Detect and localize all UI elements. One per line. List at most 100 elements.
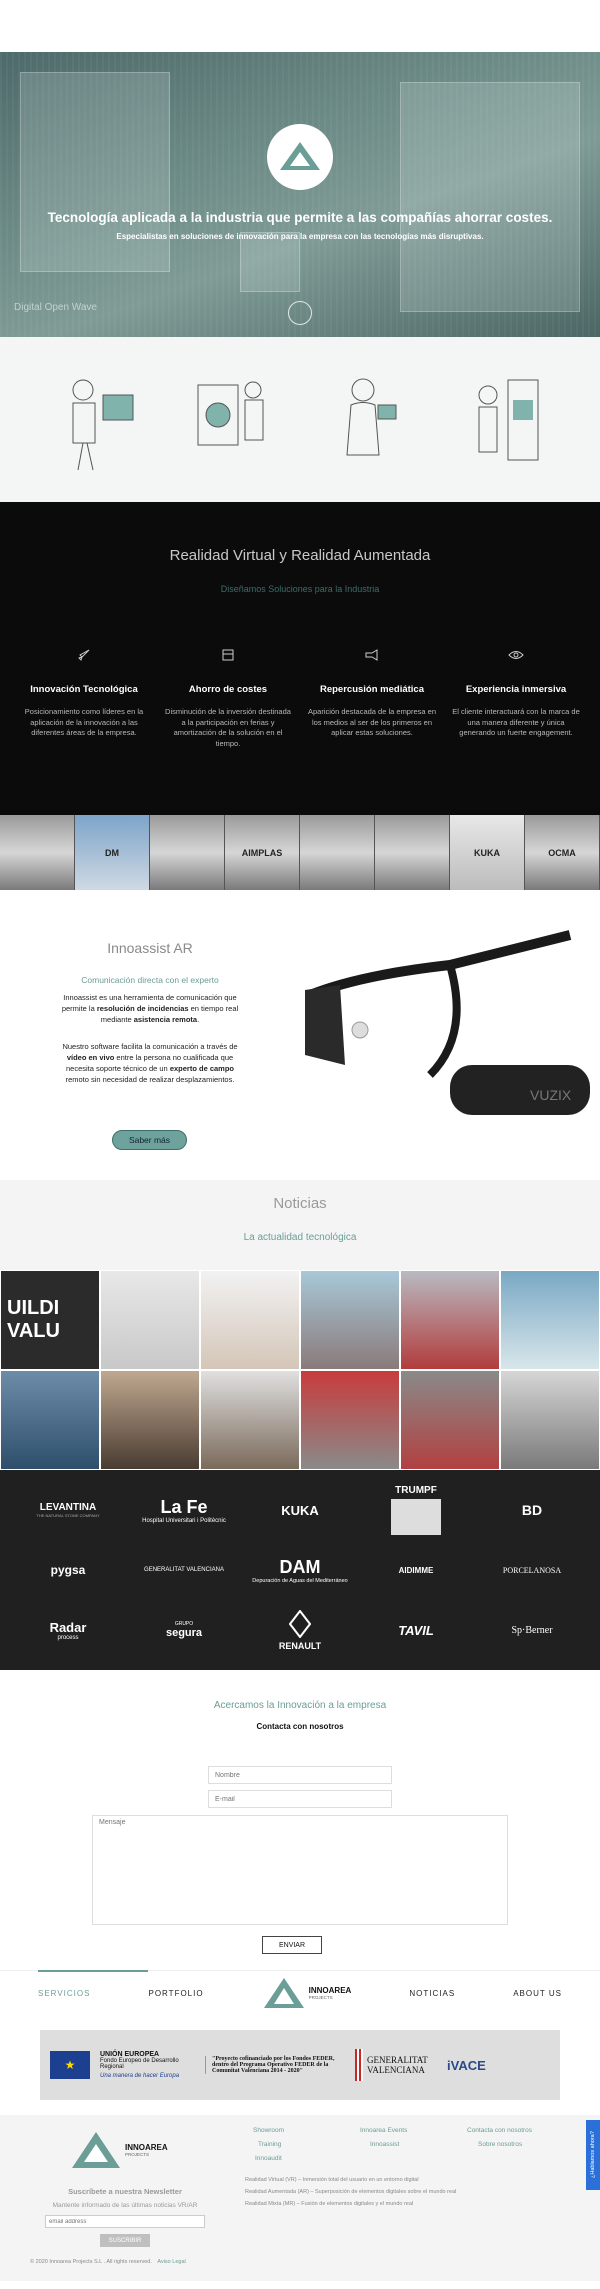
portfolio-thumb[interactable]: DM	[75, 815, 150, 890]
footer-desc-mr: Realidad Mixta (MR) – Fusión de elemento…	[245, 2201, 414, 2207]
eu-flag: ★	[50, 2051, 90, 2079]
footer-link-training[interactable]: Training	[258, 2141, 281, 2148]
client-logo: GENERALITAT VALENCIANA	[144, 1567, 224, 1573]
smart-glasses-image: VUZIX	[305, 930, 590, 1115]
hero-background-qr	[240, 232, 300, 292]
news-subtitle: La actualidad tecnológica	[243, 1232, 357, 1243]
hero-logo	[267, 124, 333, 190]
hero-section: Tecnología aplicada a la industria que p…	[0, 52, 600, 337]
cost-icon	[164, 644, 292, 666]
news-tile[interactable]	[100, 1370, 200, 1470]
footer-link-showroom[interactable]: Showroom	[253, 2127, 284, 2134]
nav-noticias[interactable]: NOTICIAS	[409, 1989, 455, 1998]
portfolio-strip: DM AIMPLAS KUKA OCMA	[0, 815, 600, 890]
send-button[interactable]: ENVIAR	[262, 1936, 322, 1954]
news-tile[interactable]	[0, 1370, 100, 1470]
industrial-worker-illustration	[478, 379, 538, 460]
footer-logo: INNOAREA PROJECTS	[70, 2130, 168, 2170]
feature-title: Repercusión mediática	[319, 684, 424, 695]
section-title: Realidad Virtual y Realidad Aumentada	[169, 547, 431, 564]
bottom-nav: SERVICIOS PORTFOLIO INNOAREA PROJECTS NOT…	[0, 1970, 600, 2015]
portfolio-thumb[interactable]	[0, 815, 75, 890]
news-tile[interactable]	[200, 1370, 300, 1470]
portfolio-thumb[interactable]	[375, 815, 450, 890]
newsletter: Suscríbete a nuestra Newsletter Mantente…	[30, 2187, 220, 2247]
legal-link[interactable]: Aviso Legal	[157, 2259, 185, 2265]
footer-desc-vr: Realidad Virtual (VR) – Inmersión total …	[245, 2177, 419, 2183]
features-row: Innovación Tecnológica Posicionamiento c…	[0, 594, 600, 749]
news-tile[interactable]	[200, 1270, 300, 1370]
feature-immersive: Experiencia inmersiva El cliente interac…	[452, 644, 580, 749]
news-tile[interactable]	[500, 1370, 600, 1470]
eye-icon	[452, 644, 580, 666]
message-field[interactable]	[92, 1815, 508, 1925]
portfolio-thumb[interactable]: KUKA	[450, 815, 525, 890]
top-bar	[0, 0, 600, 52]
clients-logos: LEVANTINA THE NATURAL STONE COMPANY La Fe…	[0, 1470, 600, 1670]
renault-diamond-icon	[288, 1608, 312, 1639]
svg-text:VUZIX: VUZIX	[530, 1087, 572, 1103]
footer: INNOAREA PROJECTS Showroom Training Innoa…	[0, 2115, 600, 2259]
client-logo: TRUMPF	[358, 1480, 474, 1540]
nav-portfolio[interactable]: PORTFOLIO	[148, 1989, 203, 1998]
innoarea-logo-icon	[72, 2132, 120, 2168]
footer-desc-ar: Realidad Aumentada (AR) – Superposición …	[245, 2189, 457, 2195]
news-tile[interactable]	[300, 1270, 400, 1370]
news-tile[interactable]	[400, 1270, 500, 1370]
feature-title: Ahorro de costes	[188, 684, 268, 695]
feature-cost-savings: Ahorro de costes Disminución de la inver…	[164, 644, 292, 749]
nav-about-us[interactable]: ABOUT US	[513, 1989, 562, 1998]
scroll-down-button[interactable]	[288, 301, 312, 325]
news-tile[interactable]	[100, 1270, 200, 1370]
ivace-logo: iVACE	[447, 2057, 486, 2073]
nav-logo[interactable]: INNOAREA PROJECTS	[262, 1976, 351, 2010]
client-logo: KUKA	[281, 1502, 319, 1518]
hero-watermark: Digital Open Wave	[14, 302, 97, 313]
feature-text: Aparición destacada de la empresa en los…	[308, 707, 436, 737]
saber-mas-button[interactable]: Saber más	[112, 1130, 187, 1150]
news-tile[interactable]	[400, 1370, 500, 1470]
worker-vr-illustration	[72, 379, 133, 470]
client-logo: GRUPO segura	[165, 1621, 203, 1639]
footer-link-about[interactable]: Sobre nosotros	[478, 2141, 522, 2148]
newsletter-email-input[interactable]	[45, 2215, 205, 2228]
footer-link-innoassist[interactable]: Innoassist	[370, 2141, 399, 2148]
subscribe-button[interactable]: SUSCRIBIR	[100, 2234, 150, 2247]
name-field[interactable]	[208, 1766, 392, 1784]
newsletter-desc: Mantente informado de las últimas notici…	[52, 2202, 198, 2209]
contact-section: Acercamos la Innovación a la empresa Con…	[0, 1670, 600, 1970]
contact-title: Acercamos la Innovación a la empresa	[213, 1700, 387, 1711]
portfolio-thumb[interactable]: AIMPLAS	[225, 815, 300, 890]
innoassist-paragraph-2: Nuestro software facilita la comunicació…	[62, 1042, 238, 1084]
news-tile[interactable]	[500, 1270, 600, 1370]
feature-text: Disminución de la inversión destinada a …	[165, 707, 291, 748]
footer-link-contact[interactable]: Contacta con nosotros	[467, 2127, 532, 2134]
client-logo: AIDIMME	[398, 1565, 434, 1575]
hero-background-machine	[20, 72, 170, 272]
portfolio-thumb[interactable]	[150, 815, 225, 890]
news-tile[interactable]: UILDI VALU	[0, 1270, 100, 1370]
ar-headset-illustration	[345, 378, 396, 455]
email-field[interactable]	[208, 1790, 392, 1808]
client-logo: Sp·Berner	[511, 1624, 553, 1636]
eu-funding-banner: ★ UNIÓN EUROPEA Fondo Europeo de Desarro…	[0, 2015, 600, 2115]
client-logo: BD	[521, 1502, 543, 1518]
footer-link-innoaudit[interactable]: Innoaudit	[255, 2155, 282, 2162]
portfolio-thumb[interactable]: OCMA	[525, 815, 600, 890]
portfolio-thumb[interactable]	[300, 815, 375, 890]
client-logo: TAVIL	[398, 1622, 434, 1638]
contact-subtitle: Contacta con nosotros	[256, 1722, 344, 1731]
footer-link-events[interactable]: Innoarea Events	[360, 2127, 407, 2134]
hero-subtitle: Especialistas en soluciones de innovació…	[116, 232, 484, 241]
news-section: Noticias La actualidad tecnológica	[0, 1180, 600, 1270]
section-subtitle: Diseñamos Soluciones para la Industria	[220, 584, 380, 594]
illustrations-row	[0, 337, 600, 502]
news-tile[interactable]	[300, 1370, 400, 1470]
newsletter-title: Suscríbete a nuestra Newsletter	[68, 2187, 182, 2196]
innoassist-section: Innoassist AR Comunicación directa con e…	[0, 890, 600, 1180]
eu-funding-box: ★ UNIÓN EUROPEA Fondo Europeo de Desarro…	[40, 2030, 560, 2100]
nav-servicios[interactable]: SERVICIOS	[38, 1989, 90, 1998]
client-logo: pygsa	[50, 1563, 86, 1577]
innoarea-logo-icon	[263, 1978, 304, 2008]
chat-side-tab[interactable]: ¿Hablamos ahora?	[586, 2120, 600, 2190]
